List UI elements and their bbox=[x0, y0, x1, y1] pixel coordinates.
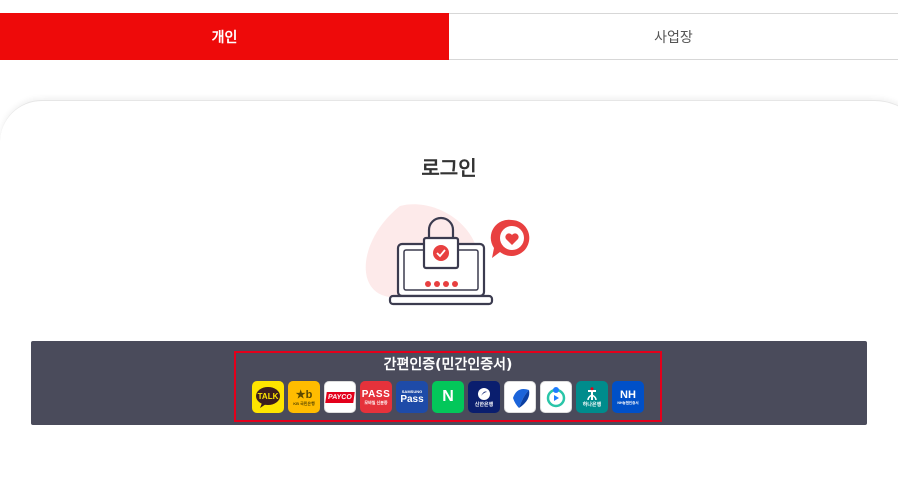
auth-provider-list: TALK ★b KB 국민은행 PAYCO PASS 모바일 신분증 SAMSU… bbox=[252, 381, 644, 413]
kb-bank-icon[interactable]: ★b KB 국민은행 bbox=[288, 381, 320, 413]
nh-sublabel: NH농협인증서 bbox=[617, 400, 639, 405]
samsung-pass-label: Pass bbox=[400, 394, 424, 405]
toss-icon[interactable] bbox=[504, 381, 536, 413]
tab-business[interactable]: 사업장 bbox=[449, 14, 898, 59]
nh-icon[interactable]: NH NH농협인증서 bbox=[612, 381, 644, 413]
simple-auth-title: 간편인증(민간인증서) bbox=[383, 357, 513, 373]
kakao-label: TALK bbox=[258, 392, 279, 401]
payco-icon[interactable]: PAYCO bbox=[324, 381, 356, 413]
shinhan-bank-icon[interactable]: 신한은행 bbox=[468, 381, 500, 413]
hana-label: 하나은행 bbox=[582, 401, 602, 408]
pass-icon[interactable]: PASS 모바일 신분증 bbox=[360, 381, 392, 413]
payco-label: PAYCO bbox=[325, 391, 355, 403]
laptop-lock-illustration bbox=[365, 204, 530, 306]
naver-label: N bbox=[442, 388, 454, 405]
kakao-talk-icon[interactable]: TALK bbox=[252, 381, 284, 413]
samsung-pass-icon[interactable]: SAMSUNG Pass bbox=[396, 381, 428, 413]
kb-label: KB 국민은행 bbox=[293, 400, 315, 406]
banksalad-icon[interactable] bbox=[540, 381, 572, 413]
hana-bank-icon[interactable]: 하나은행 bbox=[576, 381, 608, 413]
tab-personal[interactable]: 개인 bbox=[0, 13, 449, 60]
login-type-tabs: 개인 사업장 bbox=[0, 13, 898, 60]
naver-icon[interactable]: N bbox=[432, 381, 464, 413]
page-title: 로그인 bbox=[421, 156, 477, 180]
pass-sublabel: 모바일 신분증 bbox=[364, 399, 388, 405]
pass-label: PASS bbox=[361, 388, 391, 400]
shinhan-label: 신한은행 bbox=[474, 401, 494, 408]
nh-label: NH bbox=[620, 388, 636, 401]
